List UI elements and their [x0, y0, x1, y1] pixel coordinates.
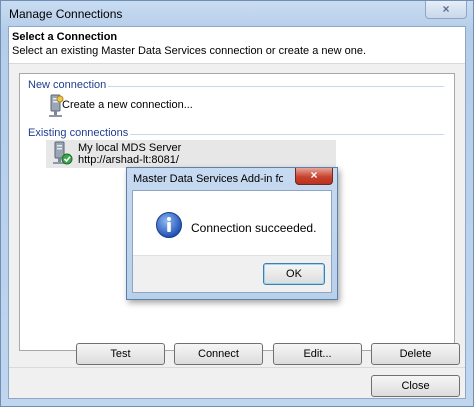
list-item-my-local-mds-server[interactable]: My local MDS Server http://arshad-lt:808… — [46, 140, 336, 168]
window-close-button[interactable]: × — [425, 1, 467, 19]
create-new-connection-label: Create a new connection... — [62, 99, 193, 111]
group-label-new-connection: New connection — [28, 79, 107, 91]
group-divider — [130, 134, 444, 135]
header-subtitle: Select an existing Master Data Services … — [12, 45, 367, 57]
edit-button[interactable]: Edit... — [273, 343, 362, 365]
list-item-create-new-connection[interactable]: Create a new connection... — [46, 94, 246, 122]
group-label-existing-connections: Existing connections — [28, 127, 129, 139]
delete-button[interactable]: Delete — [371, 343, 460, 365]
group-divider — [108, 86, 444, 87]
dialog-body: Connection succeeded. OK — [132, 190, 332, 293]
close-button[interactable]: Close — [371, 375, 460, 397]
ok-button[interactable]: OK — [263, 263, 325, 285]
test-button[interactable]: Test — [76, 343, 165, 365]
connect-button[interactable]: Connect — [174, 343, 263, 365]
connection-result-dialog: Master Data Services Add-in for Exc... ×… — [126, 167, 338, 300]
dialog-message: Connection succeeded. — [191, 221, 317, 235]
connection-name: My local MDS Server — [78, 142, 182, 154]
footer-divider — [9, 367, 465, 368]
server-connected-icon — [52, 141, 74, 170]
window-title: Manage Connections — [9, 7, 123, 21]
connection-url: http://arshad-lt:8081/ — [78, 154, 179, 166]
dialog-close-button[interactable]: × — [295, 168, 333, 185]
title-bar[interactable]: Manage Connections × — [1, 1, 473, 25]
info-icon — [155, 211, 183, 242]
header-band: Select a Connection Select an existing M… — [9, 27, 465, 64]
dialog-title: Master Data Services Add-in for Exc... — [133, 173, 283, 185]
header-title: Select a Connection — [12, 31, 118, 43]
dialog-footer: OK — [133, 255, 331, 292]
